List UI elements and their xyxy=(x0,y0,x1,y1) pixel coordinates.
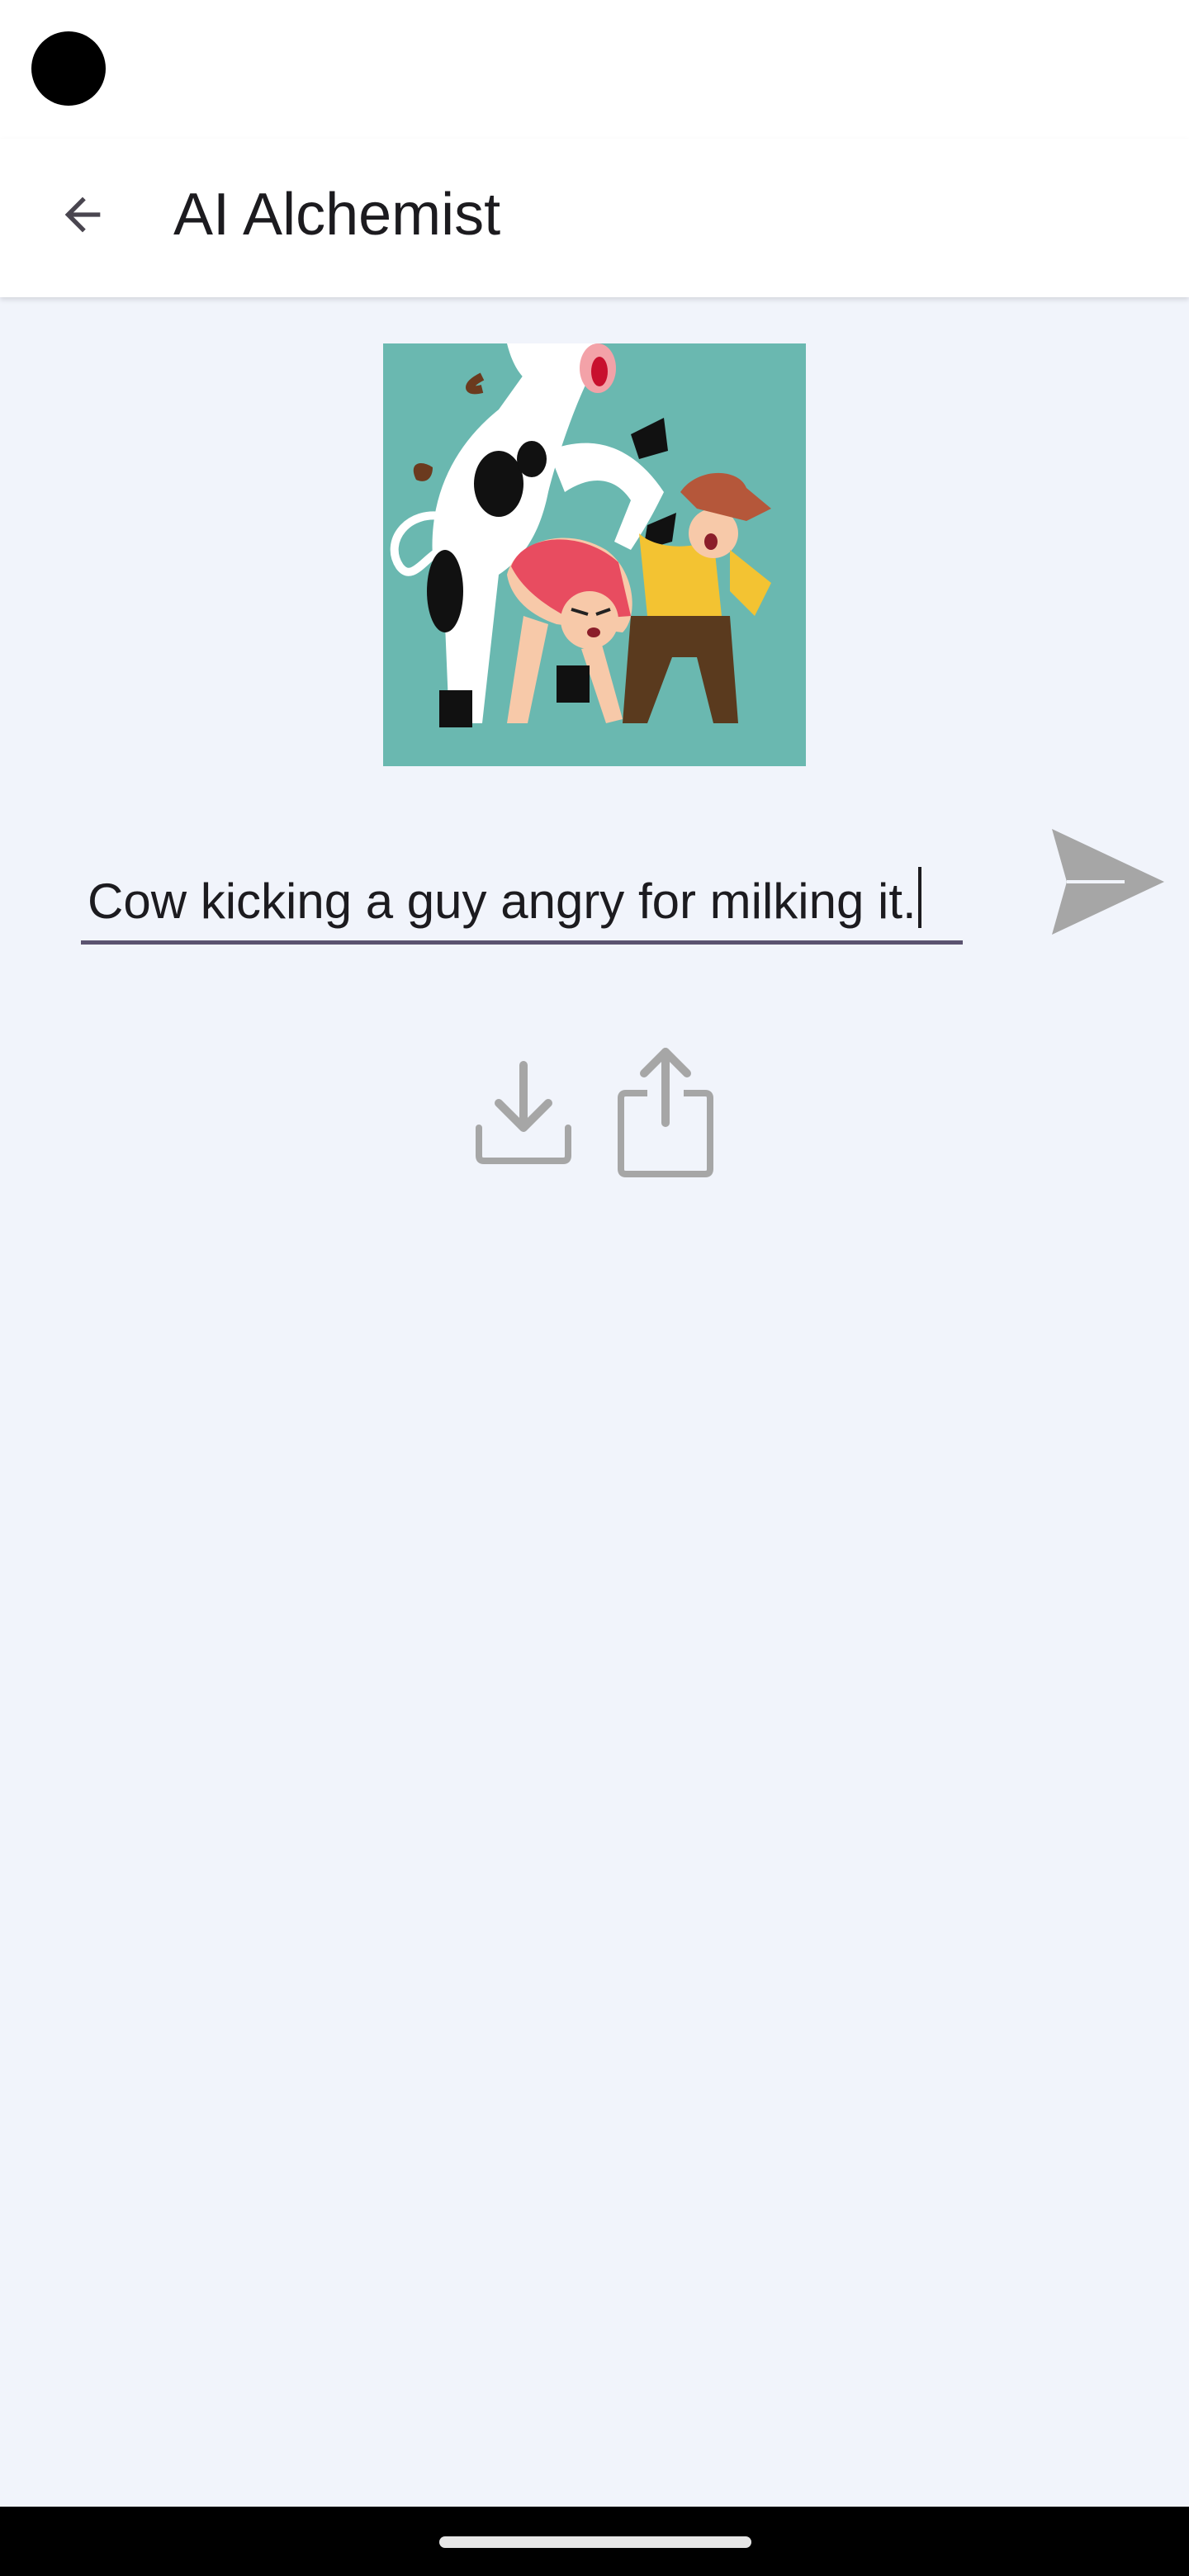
prompt-input-text: Cow kicking a guy angry for milking it. xyxy=(88,867,921,935)
text-caret xyxy=(917,867,921,928)
share-button[interactable] xyxy=(614,1044,717,1181)
camera-cutout xyxy=(31,31,106,106)
prompt-value: Cow kicking a guy angry for milking it. xyxy=(88,874,917,929)
prompt-input[interactable]: Cow kicking a guy angry for milking it. xyxy=(81,855,963,945)
send-button[interactable] xyxy=(1042,826,1174,938)
send-icon xyxy=(1052,829,1164,935)
system-navigation-bar xyxy=(0,2507,1189,2576)
generated-illustration xyxy=(383,343,806,766)
generated-image xyxy=(383,343,806,766)
download-button[interactable] xyxy=(472,1058,575,1166)
home-indicator[interactable] xyxy=(439,2536,751,2548)
arrow-back-icon xyxy=(64,197,101,233)
status-bar xyxy=(0,0,1189,139)
share-icon xyxy=(618,1048,713,1177)
app-bar: AI Alchemist xyxy=(0,139,1189,297)
back-button[interactable] xyxy=(43,175,122,254)
download-icon xyxy=(476,1061,571,1164)
app-title: AI Alchemist xyxy=(173,182,501,248)
